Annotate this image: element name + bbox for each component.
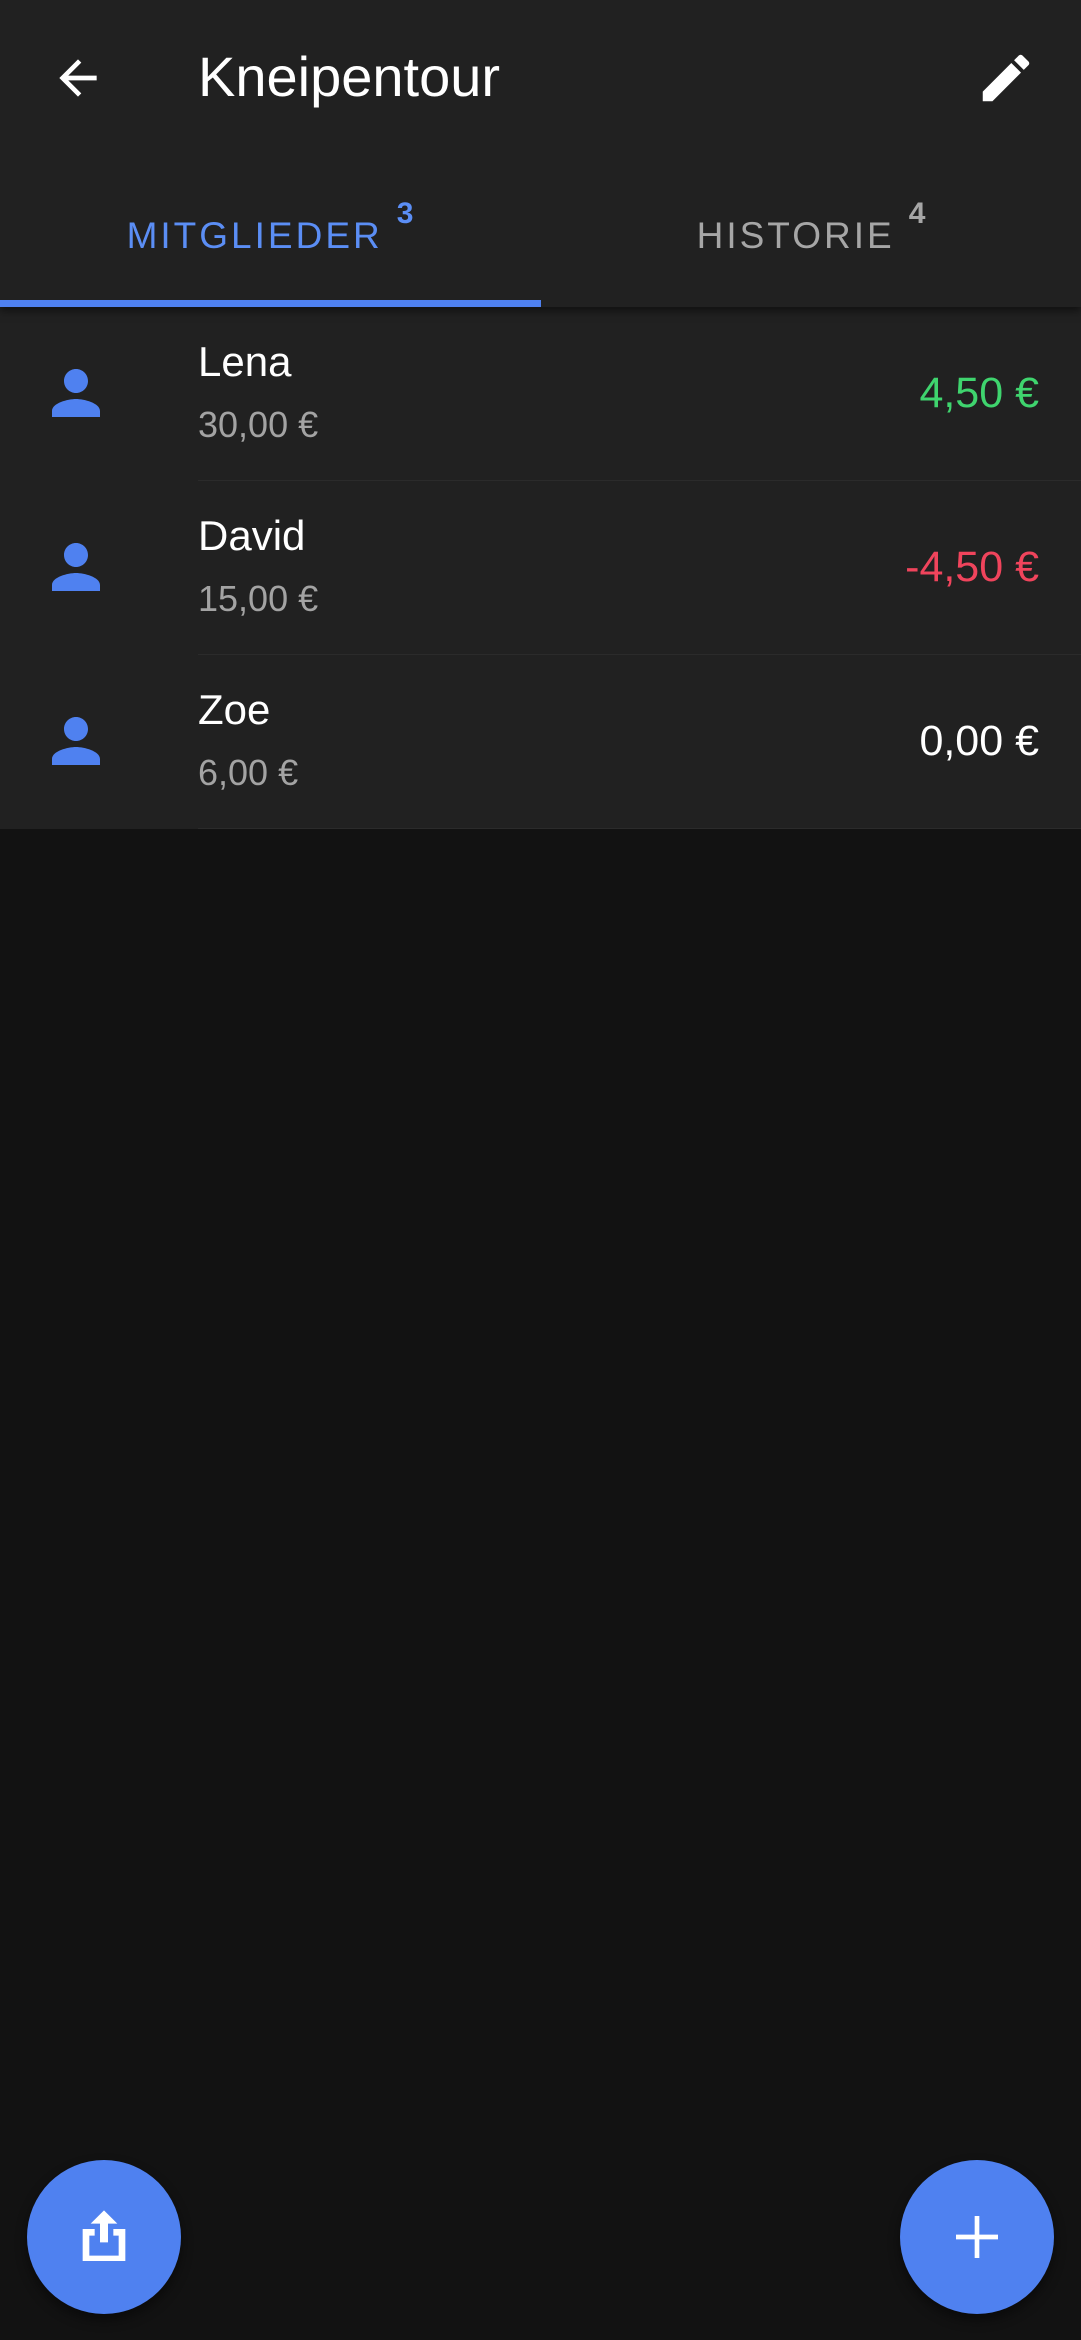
member-balance: -4,50 € [905, 543, 1039, 591]
tab-mitglieder[interactable]: MITGLIEDER 3 [0, 156, 540, 307]
member-spent: 30,00 € [198, 404, 319, 445]
member-spent: 15,00 € [198, 578, 319, 619]
add-button[interactable] [900, 2160, 1054, 2314]
member-balance: 4,50 € [919, 369, 1039, 417]
app-bar: Kneipentour MITGLIEDER 3 HISTORIE 4 [0, 0, 1081, 307]
back-button[interactable] [30, 30, 126, 126]
member-row-david[interactable]: David 15,00 € -4,50 € [0, 481, 1081, 655]
tab-historie[interactable]: HISTORIE 4 [541, 156, 1081, 307]
row-divider [198, 828, 1081, 829]
person-icon [52, 369, 100, 417]
tab-mitglieder-label: MITGLIEDER [126, 214, 383, 256]
arrow-left-icon [59, 59, 97, 97]
member-list: Lena 30,00 € 4,50 € David 15,00 € -4,50 … [0, 307, 1081, 829]
tab-bar: MITGLIEDER 3 HISTORIE 4 [0, 156, 1081, 307]
active-tab-indicator [0, 300, 541, 307]
member-row-zoe[interactable]: Zoe 6,00 € 0,00 € [0, 655, 1081, 829]
pencil-icon [982, 54, 1030, 102]
toolbar: Kneipentour [0, 0, 1081, 156]
person-icon [52, 717, 100, 765]
edit-button[interactable] [958, 30, 1054, 126]
member-name: Zoe [198, 686, 271, 733]
plus-icon [956, 2216, 998, 2258]
member-name: David [198, 512, 306, 559]
member-spent: 6,00 € [198, 752, 299, 793]
tab-mitglieder-count: 3 [396, 196, 414, 230]
tab-historie-count: 4 [908, 196, 926, 230]
page-title: Kneipentour [198, 45, 501, 108]
share-export-icon [82, 2210, 126, 2261]
member-row-lena[interactable]: Lena 30,00 € 4,50 € [0, 307, 1081, 481]
person-icon [52, 543, 100, 591]
app-root: Kneipentour MITGLIEDER 3 HISTORIE 4 Lena… [0, 0, 1081, 2340]
member-name: Lena [198, 338, 292, 385]
share-button[interactable] [27, 2160, 181, 2314]
member-balance: 0,00 € [919, 717, 1039, 765]
tab-historie-label: HISTORIE [696, 214, 895, 256]
